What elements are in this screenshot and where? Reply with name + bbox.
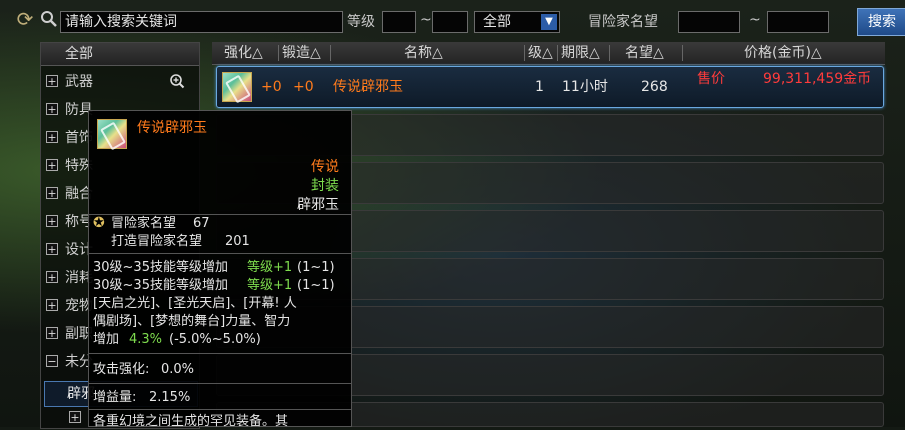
item-icon (222, 72, 252, 102)
column-divider (609, 45, 610, 61)
cell-enhance: +0 (261, 79, 282, 95)
expand-icon[interactable]: + (46, 271, 58, 283)
divider (89, 409, 351, 410)
tooltip-desc-range: (-5.0%~5.0%) (169, 332, 261, 347)
refresh-icon[interactable]: ⟳ (14, 8, 36, 30)
column-divider (278, 45, 279, 61)
tooltip-forge-fame-value: 201 (225, 234, 250, 249)
tooltip-sealed-status: 封装 (311, 178, 339, 194)
level-max-input[interactable] (432, 11, 468, 33)
column-fame[interactable]: 名望△ (625, 42, 664, 64)
divider (89, 353, 351, 354)
divider (89, 383, 351, 384)
tooltip-gain-label: 增益量: (93, 390, 137, 405)
column-divider (682, 45, 683, 61)
tooltip-attack-value: 0.0% (161, 362, 195, 377)
expand-icon[interactable]: + (46, 187, 58, 199)
cell-price: 99,311,459金币 (763, 71, 872, 87)
tooltip-desc-line: [天启之光]、[圣光天启]、[开幕! 人 (93, 296, 297, 311)
tooltip-skill-line: 30级~35技能等级增加 (93, 260, 228, 275)
divider (89, 253, 351, 254)
fame-icon: ✪ (93, 215, 105, 231)
expand-icon[interactable]: + (46, 159, 58, 171)
column-level[interactable]: 级△ (528, 42, 553, 64)
cell-forge: +0 (293, 79, 314, 95)
column-divider (524, 45, 525, 61)
level-range-separator: ~ (420, 12, 432, 28)
tooltip-item-type: 辟邪玉 (297, 197, 339, 213)
tooltip-gain-value: 2.15% (149, 390, 191, 405)
level-label: 等级 (347, 14, 375, 30)
fame-max-input[interactable] (767, 11, 829, 33)
column-name[interactable]: 名称△ (404, 42, 443, 64)
tooltip-skill-bonus: 等级+1 (247, 260, 293, 275)
category-item-weapon[interactable]: + 武器 (41, 69, 197, 95)
expand-icon[interactable]: + (46, 131, 58, 143)
tooltip-desc-line: 偶剧场]、[梦想的舞台]力量、智力 (93, 314, 291, 329)
tooltip-desc-value: 4.3% (129, 332, 163, 347)
tooltip-attack-label: 攻击强化: (93, 362, 150, 377)
tooltip-fame-value: 67 (193, 216, 210, 231)
category-label: 武器 (65, 74, 93, 90)
expand-icon[interactable]: + (46, 215, 58, 227)
expand-icon[interactable]: + (69, 411, 81, 423)
collapse-icon[interactable]: − (46, 355, 58, 367)
tooltip-item-icon (97, 119, 127, 149)
fame-label: 冒险家名望 (588, 14, 658, 30)
column-divider (557, 45, 558, 61)
column-duration[interactable]: 期限△ (561, 42, 600, 64)
category-select[interactable]: 全部 ▼ (474, 11, 560, 33)
tooltip-footer-text: 各重幻境之间生成的罕见装备。其 (93, 414, 289, 429)
item-tooltip: 传说辟邪玉 传说 封装 辟邪玉 ✪ 冒险家名望 67 打造冒险家名望 201 3… (88, 110, 352, 429)
expand-icon[interactable]: + (46, 75, 58, 87)
cell-name: 传说辟邪玉 (333, 79, 403, 95)
dropdown-arrow-icon[interactable]: ▼ (541, 14, 557, 30)
cell-level: 1 (535, 79, 544, 95)
column-enhance[interactable]: 强化△ (224, 42, 263, 64)
tooltip-rarity: 传说 (311, 159, 339, 175)
table-header: 强化△ 锻造△ 名称△ 级△ 期限△ 名望△ 价格(金币)△ (212, 42, 885, 65)
cell-duration: 11小时 (562, 79, 608, 95)
level-min-input[interactable] (382, 11, 416, 33)
tooltip-skill-range: (1~1) (297, 260, 335, 275)
column-price[interactable]: 价格(金币)△ (744, 42, 822, 64)
cell-price-label: 售价 (697, 71, 725, 87)
fame-min-input[interactable] (678, 11, 740, 33)
category-header-all[interactable]: 全部 (41, 43, 199, 66)
tooltip-desc-prefix: 增加 (93, 332, 120, 347)
fame-range-separator: ~ (749, 12, 761, 28)
tooltip-fame-label: 冒险家名望 (111, 216, 177, 231)
tooltip-skill-line: 30级~35技能等级增加 (93, 278, 228, 293)
column-divider (330, 45, 331, 61)
expand-icon[interactable]: + (46, 243, 58, 255)
tooltip-skill-bonus: 等级+1 (247, 278, 293, 293)
cell-fame: 268 (641, 79, 668, 95)
search-icon (41, 11, 57, 27)
expand-icon[interactable]: + (46, 103, 58, 115)
expand-icon[interactable]: + (46, 327, 58, 339)
tooltip-item-name: 传说辟邪玉 (137, 120, 207, 136)
zoom-icon[interactable] (169, 73, 185, 89)
search-bar: ⟳ 请输入搜索关键词 等级 ~ 全部 ▼ 冒险家名望 ~ 搜索 (0, 0, 905, 40)
category-select-value: 全部 (483, 14, 511, 30)
column-forge[interactable]: 锻造△ (282, 42, 321, 64)
expand-icon[interactable]: + (46, 299, 58, 311)
tooltip-skill-range: (1~1) (297, 278, 335, 293)
search-button[interactable]: 搜索 (857, 8, 905, 36)
tooltip-forge-fame-label: 打造冒险家名望 (111, 234, 203, 249)
search-input[interactable]: 请输入搜索关键词 (60, 11, 343, 33)
table-row[interactable]: +0 +0 传说辟邪玉 1 11小时 268 售价 99,311,459金币 (216, 66, 884, 108)
